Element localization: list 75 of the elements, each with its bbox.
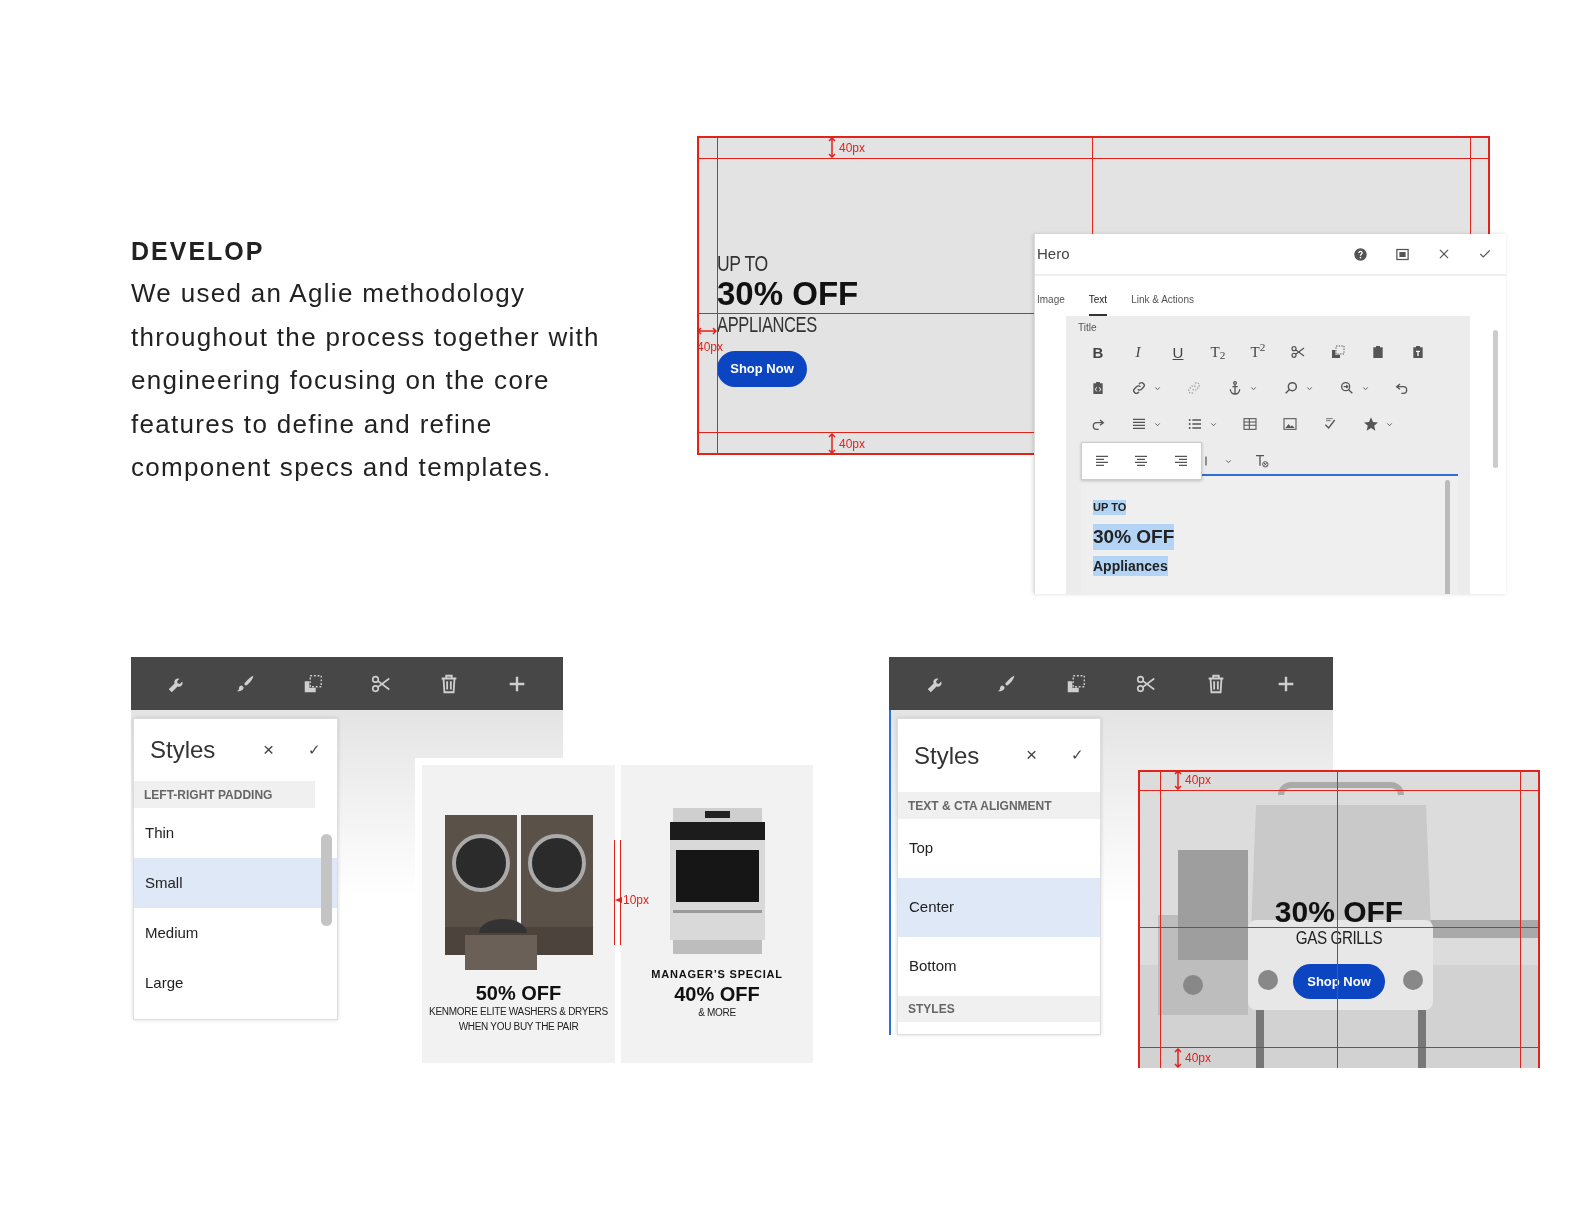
measure-arrow: [697, 326, 717, 336]
selected-text: Appliances: [1093, 556, 1168, 576]
panel-title: Styles: [150, 735, 217, 765]
banner-headline: 30% OFF: [1274, 897, 1404, 926]
italic-button[interactable]: I: [1135, 344, 1141, 360]
confirm-button[interactable]: ✓: [1071, 744, 1084, 767]
promo-caption: WHEN YOU BUY THE PAIR: [458, 1020, 579, 1034]
spellcheck-icon[interactable]: [1322, 416, 1338, 432]
measure-label: 40px: [839, 436, 866, 451]
style-option[interactable]: Bottom: [898, 937, 1100, 996]
clipboard-icon[interactable]: [1410, 344, 1426, 360]
banner-headline: 30% OFF: [717, 277, 859, 311]
dialog-tab[interactable]: Link & Actions: [1131, 289, 1194, 316]
list-icon[interactable]: [1186, 416, 1203, 432]
clipboard-icon[interactable]: [1090, 380, 1106, 396]
measure-arrow: [614, 896, 622, 904]
style-option[interactable]: Thin: [134, 808, 337, 858]
measure-label: 40px: [1185, 773, 1212, 787]
align-left-icon[interactable]: [1093, 453, 1110, 469]
close-button[interactable]: ×: [1025, 741, 1037, 770]
superscript-button[interactable]: T$^{2}$: [1250, 344, 1266, 360]
measure-arrow: [1173, 1048, 1183, 1068]
copy-icon[interactable]: [1065, 672, 1087, 695]
copy-icon[interactable]: [1330, 344, 1346, 360]
subscript-button[interactable]: T$_{2}$: [1210, 344, 1226, 360]
clipboard-icon[interactable]: [1370, 344, 1386, 360]
selected-text: UP TO: [1093, 500, 1127, 515]
intro-paragraph: We used an Aglie methodology throughout the process together with engineering focusing on the core features to define and refine component specs and templates.: [131, 277, 601, 484]
measure-label: 40px: [1185, 1051, 1212, 1065]
banner-eyebrow: UP TO: [717, 251, 768, 277]
confirm-button[interactable]: ✓: [308, 738, 321, 762]
section-header: TEXT & CTA ALIGNMENT: [898, 792, 1100, 819]
clear-format-icon[interactable]: [1254, 453, 1270, 469]
section-heading: DEVELOP: [131, 236, 266, 266]
style-option[interactable]: Center: [898, 878, 1100, 937]
style-option[interactable]: Top: [898, 819, 1100, 878]
measure-label: 10px: [623, 893, 650, 907]
close-icon[interactable]: [1437, 247, 1451, 261]
style-option[interactable]: Medium: [134, 908, 337, 958]
style-option[interactable]: Small: [134, 858, 337, 908]
image-icon[interactable]: [1282, 416, 1298, 432]
underline-button[interactable]: U: [1172, 344, 1184, 360]
align-right-icon[interactable]: [1173, 453, 1190, 469]
shop-now-button[interactable]: Shop Now: [717, 351, 807, 387]
scissors-icon[interactable]: [1290, 344, 1306, 360]
promo-kicker: MANAGER’S SPECIAL: [651, 968, 783, 981]
promo-caption: & MORE: [698, 1006, 736, 1020]
copy-icon[interactable]: [302, 672, 324, 695]
style-option[interactable]: Large: [134, 958, 337, 1008]
promo-headline: 50% OFF: [475, 982, 562, 1004]
selected-text: 30% OFF: [1093, 524, 1175, 550]
link-icon[interactable]: [1130, 380, 1147, 396]
bold-button[interactable]: B: [1092, 344, 1104, 360]
align-icon[interactable]: [1130, 416, 1147, 432]
promo-headline: 40% OFF: [674, 983, 760, 1005]
table-icon[interactable]: [1242, 416, 1258, 432]
section-header: LEFT-RIGHT PADDING: [134, 781, 315, 808]
measure-label: 40px: [839, 140, 866, 155]
field-label: Title: [1078, 322, 1098, 334]
check-icon[interactable]: [1478, 247, 1492, 261]
panel-title: Styles: [914, 740, 981, 771]
dialog-tab[interactable]: Image: [1037, 289, 1065, 316]
align-center-icon[interactable]: [1133, 453, 1150, 469]
banner-subline: APPLIANCES: [717, 311, 817, 339]
dialog-title: Hero: [1037, 243, 1071, 264]
measure-arrow: [1173, 770, 1183, 790]
search-icon[interactable]: [1282, 380, 1299, 396]
section-header: STYLES: [898, 996, 1100, 1022]
find-replace-icon[interactable]: [1338, 380, 1355, 396]
close-button[interactable]: ×: [262, 735, 274, 765]
fullscreen-icon[interactable]: [1395, 246, 1410, 262]
measure-arrow: [827, 137, 837, 158]
star-icon[interactable]: [1362, 416, 1379, 432]
help-icon[interactable]: [1353, 246, 1368, 262]
promo-caption: KENMORE ELITE WASHERS & DRYERS: [429, 1005, 608, 1019]
